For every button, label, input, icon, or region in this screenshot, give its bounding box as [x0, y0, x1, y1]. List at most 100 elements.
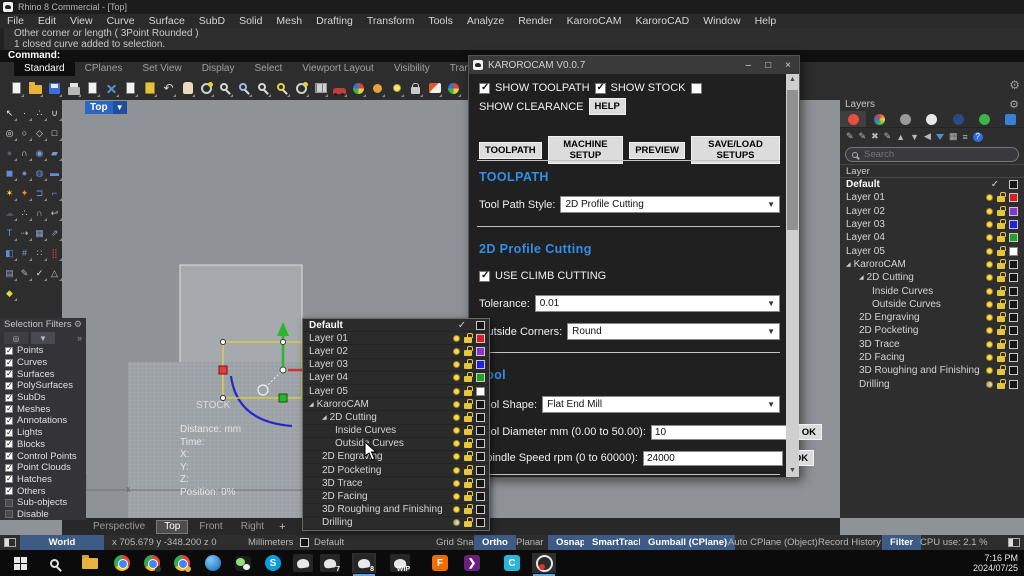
taskbar-chrome-icon[interactable] — [110, 553, 134, 573]
viewport-tab-right[interactable]: Right — [234, 520, 271, 534]
annotate-icon[interactable]: ✎ — [17, 263, 32, 283]
maximize-button[interactable]: □ — [765, 60, 771, 71]
panel-tab-display[interactable] — [866, 111, 892, 127]
hook-curve-icon[interactable]: ↩ — [47, 203, 62, 223]
karorocam-dialog[interactable]: KAROROCAM V0.0.7 – □ × SHOW TOOLPATHSHOW… — [468, 55, 822, 478]
taskbar-circle-c-icon[interactable]: C — [500, 553, 524, 573]
layer-color-swatch[interactable] — [1009, 220, 1018, 230]
layer-visibility-bulb-icon[interactable] — [453, 361, 460, 369]
zoom-icon[interactable] — [217, 78, 234, 98]
layer-lock-icon[interactable] — [997, 285, 1006, 296]
array-path-icon[interactable]: ⇗ — [47, 223, 62, 243]
checkbox-icon[interactable] — [5, 439, 13, 449]
layer-color-swatch[interactable] — [476, 505, 485, 515]
layer-lock-icon[interactable] — [464, 332, 473, 343]
tolerance-select[interactable]: 0.01 ▼ — [534, 295, 780, 312]
layer-visibility-bulb-icon[interactable] — [453, 479, 460, 487]
layer-lock-icon[interactable] — [997, 258, 1006, 269]
selection-filter-subds[interactable]: SubDs — [0, 392, 86, 404]
layer-visibility-bulb-icon[interactable] — [453, 466, 460, 474]
layer-color-swatch[interactable] — [476, 439, 485, 449]
layer-visibility-bulb-icon[interactable] — [986, 300, 993, 308]
tree-expand-icon[interactable]: ◢ — [322, 414, 327, 421]
outside-corners-select[interactable]: Round ▼ — [567, 323, 780, 340]
layer-lock-icon[interactable] — [464, 385, 473, 396]
tree-expand-icon[interactable]: ◢ — [859, 274, 864, 281]
search-input[interactable] — [862, 148, 982, 161]
layer-row-default[interactable]: Default ✓ — [840, 178, 1024, 191]
viewport-tab-top[interactable]: Top — [156, 519, 189, 534]
circle-center-icon[interactable]: ◎ — [2, 123, 17, 143]
layer-row-2d-pocketing[interactable]: 2D Pocketing — [840, 324, 1024, 337]
layer-lock-icon[interactable] — [464, 411, 473, 422]
surface-plane-icon[interactable]: ▰ — [47, 143, 62, 163]
layer-lock-icon[interactable] — [997, 365, 1006, 376]
layer-visibility-bulb-icon[interactable] — [986, 194, 993, 202]
layer-color-swatch[interactable] — [1009, 366, 1018, 376]
menu-item-tools[interactable]: Tools — [421, 15, 460, 27]
layer-lock-icon[interactable] — [997, 378, 1006, 389]
control-point[interactable] — [280, 339, 286, 345]
scrollbar-thumb[interactable] — [787, 90, 798, 230]
polyline-icon[interactable]: ∴ — [32, 103, 47, 123]
layers-panel-gear-icon[interactable]: ⚙ — [1009, 98, 1019, 111]
selection-filter-point-clouds[interactable]: Point Clouds — [0, 462, 86, 474]
selection-filter-curves[interactable]: Curves — [0, 357, 86, 369]
cylinder-icon[interactable]: ◍ — [32, 163, 47, 183]
toolbar-tab-visibility[interactable]: Visibility — [384, 62, 440, 76]
auto-cplane-object--label[interactable]: Auto CPlane (Object) — [728, 535, 818, 550]
layer-color-swatch[interactable] — [1009, 353, 1018, 362]
world-cplane-button[interactable]: World — [20, 535, 104, 550]
karorocam-title-bar[interactable]: KAROROCAM V0.0.7 – □ × — [469, 56, 799, 74]
cut-icon[interactable] — [103, 78, 120, 98]
checkbox-icon[interactable] — [5, 369, 13, 379]
layer-row-3d-roughing-and-finishing[interactable]: 3D Roughing and Finishing — [840, 364, 1024, 377]
print-icon[interactable] — [65, 78, 82, 98]
show-clearance-checkbox[interactable] — [690, 82, 702, 94]
layer-visibility-bulb-icon[interactable] — [986, 247, 993, 255]
taskbar-clock[interactable]: 7:16 PM 2024/07/25 — [973, 553, 1018, 573]
layer-row-drilling[interactable]: Drilling — [840, 377, 1024, 390]
layer-row-layer-02[interactable]: Layer 02 — [303, 345, 489, 359]
layer-lock-icon[interactable] — [464, 504, 473, 515]
blend-curve-icon[interactable]: ∩ — [32, 203, 47, 223]
array-rect-icon[interactable]: ▦ — [32, 223, 47, 243]
record-history-label[interactable]: Record History — [818, 535, 881, 550]
layer-color-swatch[interactable] — [1009, 273, 1018, 283]
layer-visibility-bulb-icon[interactable] — [986, 314, 993, 322]
viewport-layout-icon[interactable] — [312, 78, 329, 98]
layer-row-3d-trace[interactable]: 3D Trace — [840, 338, 1024, 351]
selection-filter-polysurfaces[interactable]: PolySurfaces — [0, 380, 86, 392]
new-file-icon[interactable] — [8, 78, 25, 98]
mesh-sphere-icon[interactable]: ◉ — [32, 143, 47, 163]
viewport-tab-perspective[interactable]: Perspective — [86, 520, 152, 534]
layer-visibility-bulb-icon[interactable] — [986, 327, 993, 335]
close-button[interactable]: × — [785, 60, 791, 71]
layer-row-drilling[interactable]: Drilling — [303, 517, 489, 530]
taskbar-fusion-icon[interactable]: F — [428, 553, 452, 573]
selection-filters-tab-filter[interactable]: ▼ — [31, 332, 55, 344]
layer-color-swatch[interactable] — [476, 386, 485, 396]
units-label[interactable]: Millimeters — [248, 535, 293, 550]
layer-lock-icon[interactable] — [464, 372, 473, 383]
filter-toggle[interactable]: Filter — [882, 535, 922, 550]
toolbar-tab-set-view[interactable]: Set View — [132, 62, 191, 76]
layer-row-layer-02[interactable]: Layer 02 — [840, 205, 1024, 218]
layer-lock-icon[interactable] — [997, 312, 1006, 323]
selection-filter-disable[interactable]: Disable — [0, 509, 86, 521]
layer-color-swatch[interactable] — [476, 360, 485, 370]
copy-icon[interactable] — [122, 78, 139, 98]
layer-visibility-bulb-icon[interactable] — [986, 260, 993, 268]
selection-filter-control-points[interactable]: Control Points — [0, 450, 86, 462]
menu-item-render[interactable]: Render — [511, 15, 559, 27]
checkbox-icon[interactable] — [5, 393, 13, 402]
layer-color-swatch[interactable] — [1009, 326, 1018, 336]
panel-toggle-icon[interactable] — [1008, 538, 1020, 547]
new-sublayer-icon[interactable]: ✎ — [859, 131, 867, 142]
open-file-icon[interactable] — [27, 78, 44, 98]
ellipse-icon[interactable]: ○ — [17, 123, 32, 143]
move-up-icon[interactable]: ▲ — [896, 132, 905, 142]
layer-row-inside-curves[interactable]: Inside Curves — [303, 425, 489, 438]
menu-item-karorocad[interactable]: KaroroCAD — [629, 15, 697, 27]
rotate-view-icon[interactable] — [198, 78, 215, 98]
